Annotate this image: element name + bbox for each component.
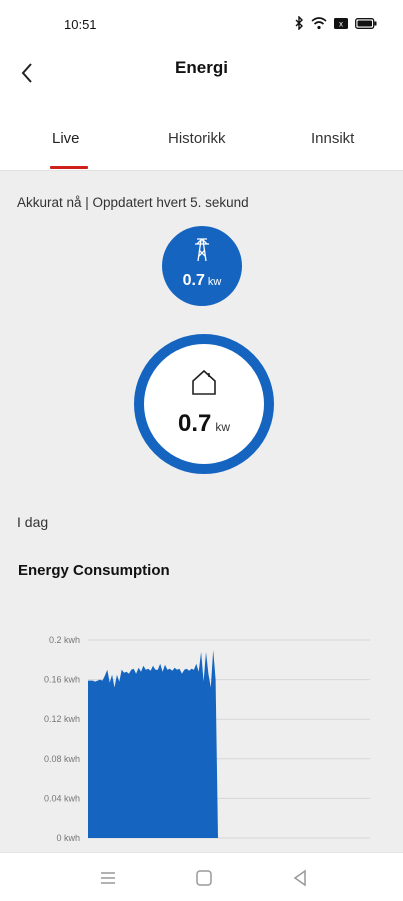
- svg-text:x: x: [339, 19, 343, 28]
- grid-value: 0.7: [182, 272, 205, 289]
- tab-live[interactable]: Live: [52, 130, 80, 147]
- home-value: 0.7: [177, 410, 212, 437]
- status-time: 10:51: [64, 17, 97, 32]
- grid-unit: kw: [207, 276, 222, 288]
- tab-historikk[interactable]: Historikk: [168, 130, 226, 147]
- power-pylon-icon: [195, 238, 209, 262]
- chart-title: Energy Consumption: [18, 562, 170, 579]
- consumption-area: [88, 649, 218, 838]
- page-title: Energi: [175, 58, 228, 77]
- y-tick-label: 0.04 kwh: [44, 793, 80, 803]
- y-tick-label: 0.08 kwh: [44, 754, 80, 764]
- home-square-icon[interactable]: [193, 867, 215, 889]
- sim-icon: x: [334, 17, 348, 29]
- energy-consumption-chart: 0 kwh 0.04 kwh 0.08 kwh 0.12 kwh 0.16 kwh 0.2…: [44, 635, 370, 843]
- home-power-ring: 0.7 kw: [134, 334, 274, 474]
- home-unit: kw: [215, 420, 231, 434]
- app-header: Energi: [0, 48, 403, 118]
- live-update-text: Akkurat nå | Oppdatert hvert 5. sekund: [17, 195, 249, 210]
- y-tick-label: 0 kwh: [56, 833, 80, 843]
- system-navigation-bar: [0, 852, 403, 901]
- status-bar: 10:51 x: [0, 0, 403, 48]
- grid-power-circle: 0.7 kw: [162, 226, 242, 306]
- today-label: I dag: [17, 514, 49, 530]
- y-tick-label: 0.2 kwh: [49, 635, 80, 645]
- back-triangle-icon[interactable]: [289, 867, 311, 889]
- tab-innsikt[interactable]: Innsikt: [311, 130, 354, 147]
- status-icons: x: [294, 16, 377, 30]
- home-value-row: 0.7 kw: [144, 410, 264, 438]
- tab-bar: Live Historikk Innsikt: [0, 118, 403, 171]
- grid-value-row: 0.7 kw: [162, 272, 242, 290]
- battery-icon: [355, 17, 377, 29]
- y-tick-label: 0.12 kwh: [44, 714, 80, 724]
- menu-icon[interactable]: [97, 867, 119, 889]
- wifi-icon: [311, 16, 327, 29]
- bluetooth-icon: [295, 16, 303, 30]
- house-icon: [192, 369, 216, 395]
- active-tab-indicator: [50, 166, 88, 169]
- y-tick-label: 0.16 kwh: [44, 675, 80, 685]
